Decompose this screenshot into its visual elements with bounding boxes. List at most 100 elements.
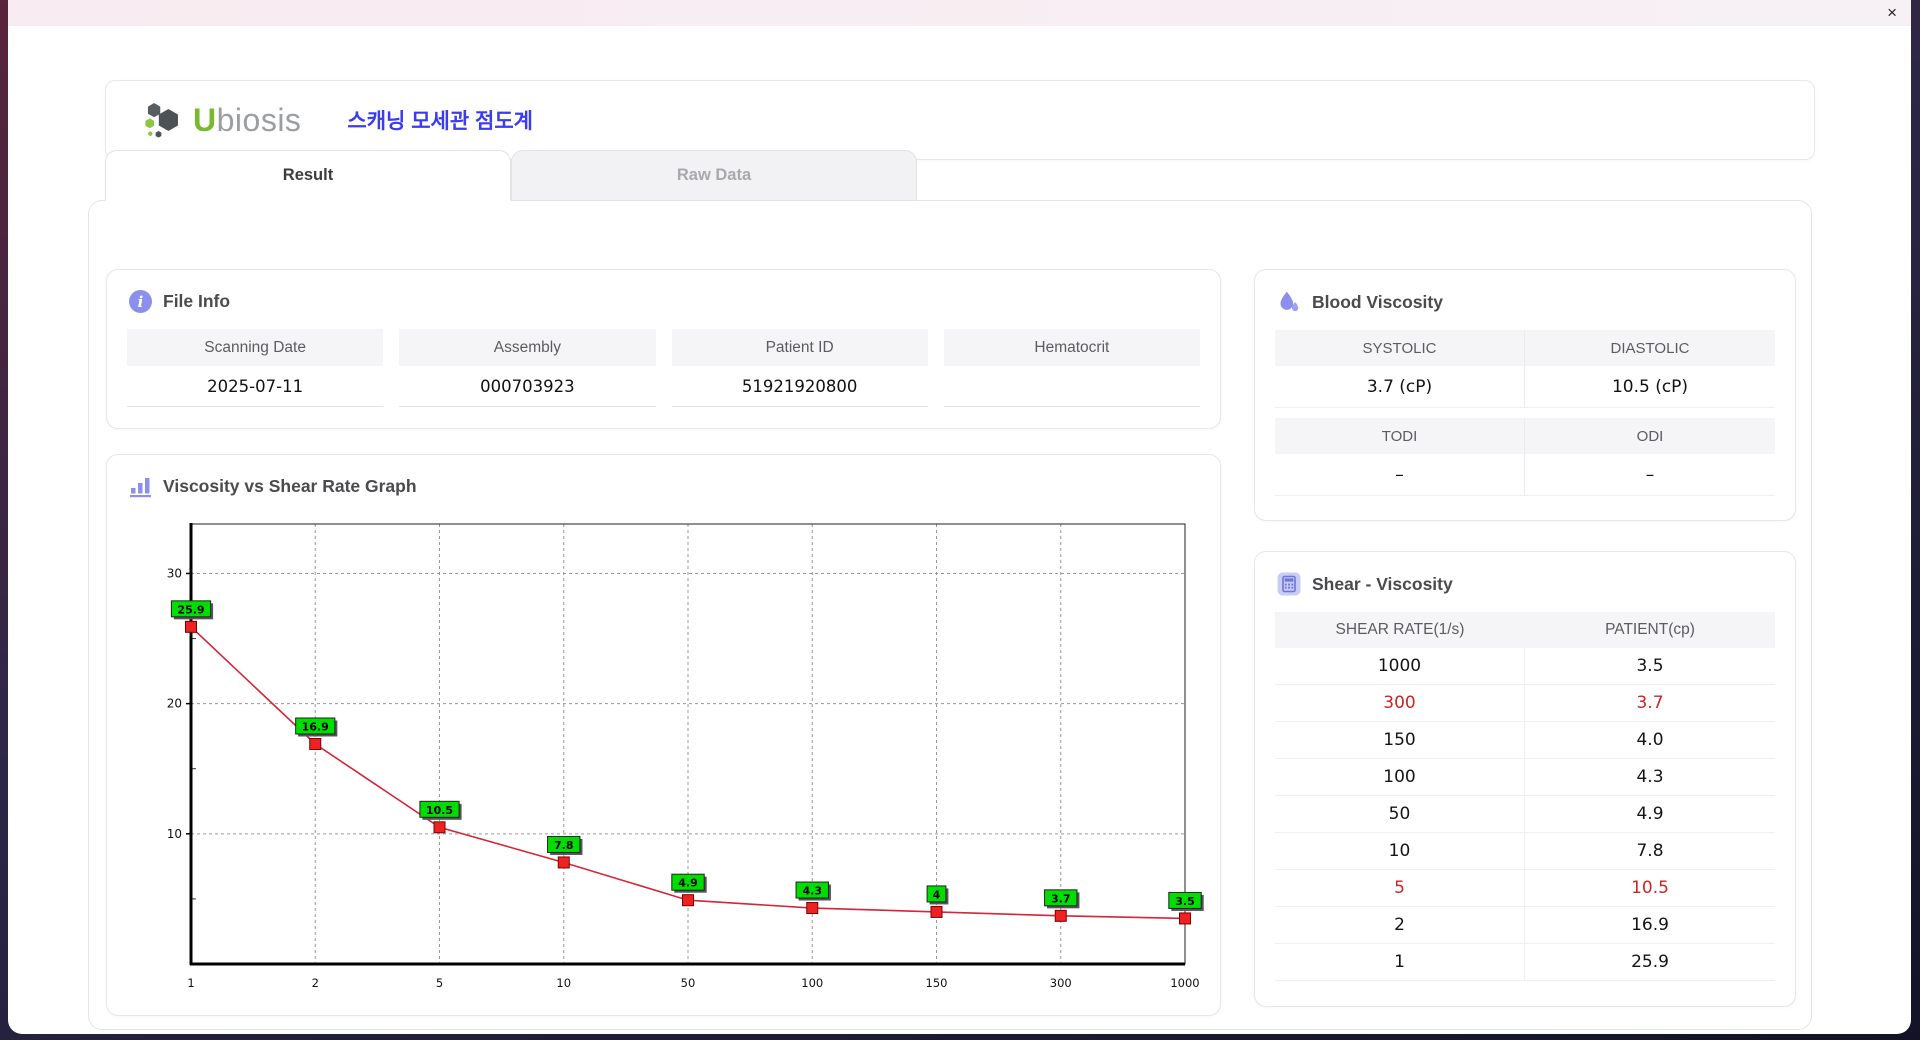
svg-text:4.9: 4.9 [678,877,698,890]
table-row: 1000 3.5 [1275,648,1775,685]
blood-drops-icon [1280,291,1299,312]
shear-viscosity-column-header: SHEAR RATE(1/s) [1335,621,1465,638]
window-titlebar: × [8,0,1911,26]
svg-text:4.3: 4.3 [803,885,823,898]
patient-viscosity-cell: 4.3 [1636,767,1664,787]
patient-viscosity-cell: 10.5 [1631,878,1669,898]
blood-viscosity-metric-label: ODI [1525,418,1775,454]
table-row: 2 16.9 [1275,907,1775,944]
desktop-background: × Ubiosis 스캐닝 모세관 점도계 Result Raw Data i … [0,0,1920,1040]
info-icon: i [129,290,152,313]
tab-raw-data[interactable]: Raw Data [511,150,917,201]
blood-viscosity-metric-value: 10.5 (cP) [1525,366,1775,408]
blood-viscosity-value-row: – – [1275,454,1775,496]
file-info-field-label: Hematocrit [943,329,1200,366]
svg-text:10: 10 [167,827,182,841]
file-info-title: File Info [163,291,231,311]
patient-viscosity-cell: 3.5 [1636,656,1664,676]
svg-text:7.8: 7.8 [554,839,574,852]
blood-viscosity-metric-value: 3.7 (cP) [1275,366,1525,408]
svg-text:16.9: 16.9 [302,721,329,734]
table-row: 5 10.5 [1275,870,1775,907]
blood-viscosity-title: Blood Viscosity [1312,291,1443,312]
app-title: 스캐닝 모세관 점도계 [347,110,533,133]
calculator-icon [1277,572,1301,596]
patient-viscosity-cell: 16.9 [1631,915,1669,935]
svg-text:2: 2 [312,976,319,990]
table-row: 50 4.9 [1275,796,1775,833]
blood-viscosity-group: TODI ODI – – [1275,418,1775,496]
blood-viscosity-table: SYSTOLIC DIASTOLIC 3.7 (cP) 10.5 (cP) TODI OD… [1275,330,1775,496]
viscosity-chart-container: 10 20 30 1 2 5 10 50 100 150 300 1000 25.9 16.9 10.5 7.… [137,512,1220,1015]
app-window: × Ubiosis 스캐닝 모세관 점도계 Result Raw Data i … [8,0,1911,1034]
patient-viscosity-cell: 7.8 [1636,841,1664,861]
blood-viscosity-header-row: SYSTOLIC DIASTOLIC [1275,330,1775,366]
window-close-button[interactable]: × [1887,2,1897,24]
app-header: Ubiosis 스캐닝 모세관 점도계 [105,80,1815,160]
table-row: 150 4.0 [1275,722,1775,759]
blood-viscosity-header-row: TODI ODI [1275,418,1775,454]
shear-rate-cell: 10 [1275,833,1525,869]
blood-viscosity-header: Blood Viscosity [1277,290,1795,314]
patient-viscosity-cell: 4.0 [1636,730,1664,750]
result-panel: i File Info Scanning Date Assembly Patient… [88,200,1812,1030]
svg-text:3.5: 3.5 [1175,895,1195,908]
svg-text:300: 300 [1050,976,1072,990]
viscosity-graph-card: Viscosity vs Shear Rate Graph 10 20 30 1 2 5 1… [106,454,1221,1016]
table-row: 1 25.9 [1275,944,1775,981]
file-info-field-value: 2025-07-11 [127,366,384,407]
shear-viscosity-column-header: PATIENT(cp) [1605,621,1695,638]
file-info-field-label: Patient ID [671,329,928,366]
shear-rate-cell: 150 [1275,722,1525,758]
shear-viscosity-column-headers: SHEAR RATE(1/s) PATIENT(cp) [1275,612,1775,648]
blood-viscosity-card: Blood Viscosity SYSTOLIC DIASTOLIC 3.7 (cP… [1254,269,1796,521]
blood-viscosity-metric-value: – [1275,454,1525,496]
shear-rate-cell: 2 [1275,907,1525,943]
shear-viscosity-header: Shear - Viscosity [1277,572,1795,596]
tab-result[interactable]: Result [105,150,511,201]
shear-rate-cell: 1 [1275,944,1525,980]
svg-text:20: 20 [167,697,182,711]
shear-rate-cell: 5 [1275,870,1525,906]
svg-text:30: 30 [167,566,182,580]
file-info-field-label: Scanning Date [127,329,384,366]
file-info-field-label: Assembly [399,329,656,366]
patient-viscosity-cell: 25.9 [1631,952,1669,972]
file-info-field-value: 000703923 [399,366,656,407]
patient-viscosity-cell: 4.9 [1636,804,1664,824]
ubiosis-logo-icon [145,102,178,138]
svg-text:100: 100 [801,976,823,990]
blood-viscosity-value-row: 3.7 (cP) 10.5 (cP) [1275,366,1775,408]
bar-chart-icon [130,478,151,498]
ubiosis-logo-text: Ubiosis [193,102,302,138]
svg-text:1: 1 [187,976,194,990]
file-info-grid: Scanning Date Assembly Patient ID Hematocri… [127,329,1200,407]
svg-text:5: 5 [436,976,443,990]
ubiosis-logo: Ubiosis [142,97,301,143]
table-row: 100 4.3 [1275,759,1775,796]
blood-viscosity-metric-label: TODI [1275,418,1525,454]
svg-text:10: 10 [556,976,571,990]
file-info-card: i File Info Scanning Date Assembly Patient… [106,269,1221,429]
file-info-header: i File Info [129,290,1220,313]
file-info-field-value [943,366,1200,407]
viscosity-chart: 10 20 30 1 2 5 10 50 100 150 300 1000 25.9 16.9 10.5 7.… [167,523,1204,990]
svg-text:50: 50 [681,976,696,990]
svg-text:3.7: 3.7 [1051,892,1071,905]
svg-text:10.5: 10.5 [426,804,453,817]
blood-viscosity-metric-label: DIASTOLIC [1525,330,1775,366]
svg-text:25.9: 25.9 [177,603,204,616]
file-info-field-value: 51921920800 [671,366,928,407]
svg-text:150: 150 [926,976,948,990]
patient-viscosity-cell: 3.7 [1636,693,1664,713]
shear-rate-cell: 1000 [1275,648,1525,684]
shear-rate-cell: 300 [1275,685,1525,721]
shear-viscosity-table: SHEAR RATE(1/s) PATIENT(cp) 1000 3.5 300 3.7 1… [1275,612,1775,981]
graph-title: Viscosity vs Shear Rate Graph [163,476,417,496]
blood-viscosity-group: SYSTOLIC DIASTOLIC 3.7 (cP) 10.5 (cP) [1275,330,1775,408]
shear-viscosity-card: Shear - Viscosity SHEAR RATE(1/s) PATIENT… [1254,551,1796,1007]
graph-header: Viscosity vs Shear Rate Graph [129,475,1220,498]
table-row: 10 7.8 [1275,833,1775,870]
shear-rate-cell: 50 [1275,796,1525,832]
svg-text:1000: 1000 [1170,976,1199,990]
